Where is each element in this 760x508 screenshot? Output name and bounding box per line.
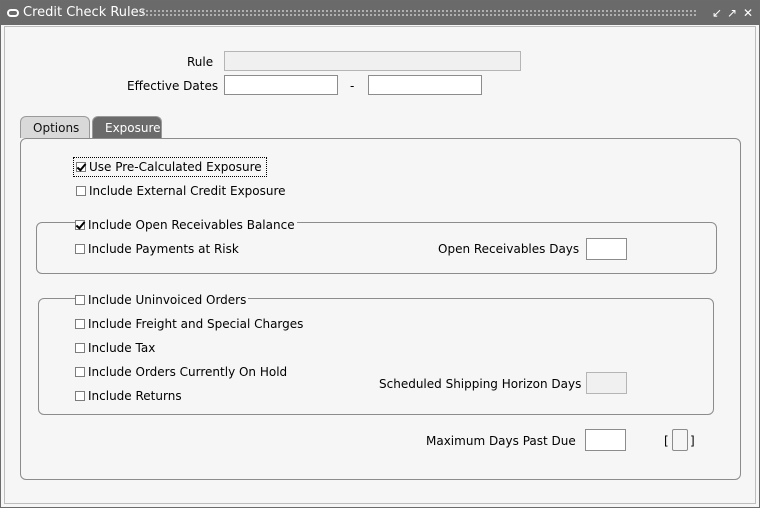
use-precalculated-exposure-checkbox[interactable]: Use Pre-Calculated Exposure <box>73 157 267 177</box>
include-orders-on-hold-label: Include Orders Currently On Hold <box>88 365 288 379</box>
effective-date-to-field[interactable] <box>368 75 482 95</box>
include-tax-checkbox[interactable]: Include Tax <box>75 341 158 355</box>
tab-exposure[interactable]: Exposure <box>92 116 162 138</box>
title-bar-grip <box>141 9 697 18</box>
uninvoiced-orders-group: Include Uninvoiced Orders Include Freigh… <box>38 293 714 415</box>
effective-date-from-field[interactable] <box>224 75 338 95</box>
descriptive-flex-close-bracket: ] <box>690 434 695 448</box>
effective-dates-label: Effective Dates <box>127 79 219 93</box>
scheduled-shipping-horizon-days-label: Scheduled Shipping Horizon Days <box>379 377 582 391</box>
checkbox-box <box>75 244 85 254</box>
checkbox-box <box>75 367 85 377</box>
include-uninvoiced-orders-label: Include Uninvoiced Orders <box>88 293 247 307</box>
close-icon[interactable]: ✕ <box>741 6 755 20</box>
include-freight-label: Include Freight and Special Charges <box>88 317 304 331</box>
descriptive-flexfield[interactable] <box>672 429 688 451</box>
include-uninvoiced-orders-checkbox[interactable]: Include Uninvoiced Orders <box>75 293 249 307</box>
descriptive-flex-open-bracket: [ <box>664 434 669 448</box>
include-external-credit-exposure-label: Include External Credit Exposure <box>89 184 286 198</box>
include-payments-at-risk-checkbox[interactable]: Include Payments at Risk <box>75 242 241 256</box>
include-tax-label: Include Tax <box>88 341 156 355</box>
checkbox-box <box>75 220 85 230</box>
scheduled-shipping-horizon-days-field[interactable] <box>586 372 627 394</box>
credit-check-rules-window: Credit Check Rules ↙ ↗ ✕ Rule Effective … <box>0 0 760 508</box>
use-precalculated-exposure-label: Use Pre-Calculated Exposure <box>89 160 262 174</box>
window-icon <box>7 9 19 17</box>
checkbox-box <box>75 343 85 353</box>
include-returns-checkbox[interactable]: Include Returns <box>75 389 184 403</box>
maximize-icon[interactable]: ↗ <box>725 6 739 20</box>
window-title: Credit Check Rules <box>23 5 146 20</box>
include-open-receivables-balance-checkbox[interactable]: Include Open Receivables Balance <box>75 218 297 232</box>
date-separator: - <box>350 79 355 93</box>
minimize-icon[interactable]: ↙ <box>710 6 724 20</box>
checkbox-box <box>75 295 85 305</box>
open-receivables-group: Include Open Receivables Balance Include… <box>36 218 717 274</box>
include-returns-label: Include Returns <box>88 389 182 403</box>
include-orders-on-hold-checkbox[interactable]: Include Orders Currently On Hold <box>75 365 290 379</box>
open-receivables-days-label: Open Receivables Days <box>438 242 580 256</box>
checkbox-box <box>75 319 85 329</box>
maximum-days-past-due-field[interactable] <box>585 429 626 451</box>
checkbox-box <box>75 391 85 401</box>
include-payments-at-risk-label: Include Payments at Risk <box>88 242 239 256</box>
open-receivables-days-field[interactable] <box>586 238 627 260</box>
include-external-credit-exposure-checkbox[interactable]: Include External Credit Exposure <box>76 184 288 198</box>
rule-label: Rule <box>187 55 214 69</box>
exposure-panel: Use Pre-Calculated Exposure Include Exte… <box>20 138 741 480</box>
include-open-receivables-balance-label: Include Open Receivables Balance <box>88 218 295 232</box>
title-bar[interactable]: Credit Check Rules ↙ ↗ ✕ <box>1 1 759 25</box>
include-freight-checkbox[interactable]: Include Freight and Special Charges <box>75 317 306 331</box>
maximum-days-past-due-label: Maximum Days Past Due <box>426 434 576 448</box>
checkbox-box <box>76 186 86 196</box>
tab-options[interactable]: Options <box>20 116 90 138</box>
checkbox-box <box>76 162 86 172</box>
rule-field[interactable] <box>224 51 521 71</box>
